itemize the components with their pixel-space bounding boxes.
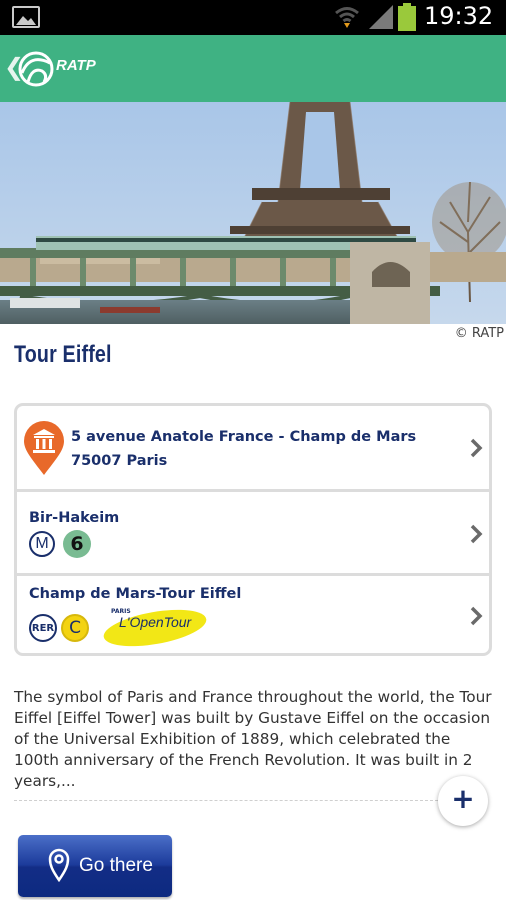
signal-icon [369,5,393,29]
go-there-label: Go there [79,855,153,876]
brand-name: RATP [56,57,96,74]
monument-pin-icon [24,421,64,475]
action-bar: ❮ RATP [0,35,506,102]
photo-credit: © RATP [454,326,504,341]
metro-icon: M [29,531,55,557]
address-row[interactable]: 5 avenue Anatole France - Champ de Mars … [17,406,489,492]
rer-c-badge: C [61,614,89,642]
opentour-logo: PARIS L'OpenTour [103,604,209,648]
station-row-champ-de-mars[interactable]: Champ de Mars-Tour Eiffel RER C PARIS L'… [17,576,489,656]
info-card: 5 avenue Anatole France - Champ de Mars … [14,403,492,656]
station-name: Champ de Mars-Tour Eiffel [29,586,242,602]
line-6-label: 6 [70,533,84,555]
image-notification-icon [12,6,40,28]
expand-button[interactable]: + [438,776,488,826]
address-line-1: 5 avenue Anatole France - Champ de Mars [71,429,417,445]
rer-icon: RER [29,614,57,642]
rer-c-label: C [69,618,81,638]
opentour-label: L'OpenTour [119,614,192,630]
status-time: 19:32 [424,2,494,30]
chevron-right-icon [470,606,483,626]
back-button[interactable]: ❮ RATP [0,35,110,102]
line-6-badge: 6 [63,530,91,558]
battery-icon [398,3,416,31]
metro-badge-label: M [35,535,49,552]
ratp-logo-icon [18,51,54,87]
go-there-button[interactable]: Go there [18,835,172,897]
status-bar: 19:32 [0,0,506,35]
divider [14,800,438,801]
chevron-right-icon [470,438,483,458]
wifi-icon [335,7,359,28]
chevron-right-icon [470,524,483,544]
station-row-bir-hakeim[interactable]: Bir-Hakeim M 6 [17,492,489,576]
plus-icon: + [451,782,475,815]
station-name: Bir-Hakeim [29,510,120,526]
page-title: Tour Eiffel [14,341,112,368]
address-line-2: 75007 Paris [71,453,168,469]
rer-badge-label: RER [31,623,55,634]
hero-photo [0,102,506,324]
description-text: The symbol of Paris and France throughou… [14,688,492,790]
location-pin-icon [48,848,70,882]
